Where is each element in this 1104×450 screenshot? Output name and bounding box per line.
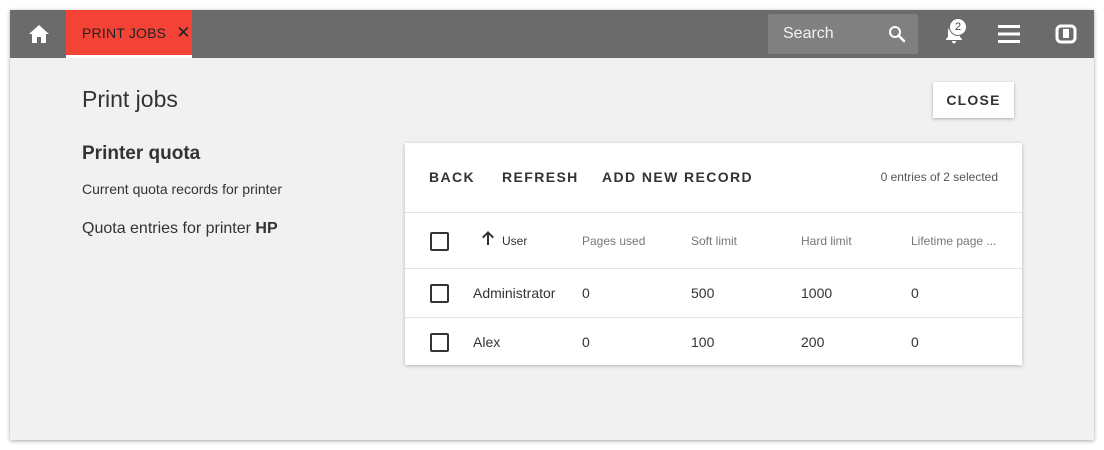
top-bar: PRINT JOBS ✕ 2 (10, 10, 1094, 58)
quota-prefix: Quota entries for printer (82, 220, 256, 237)
app-icon[interactable] (1055, 23, 1077, 45)
cell-pages-used: 0 (582, 334, 590, 350)
search-icon[interactable] (888, 25, 906, 43)
cell-lifetime-pages: 0 (911, 334, 919, 350)
section-description: Current quota records for printer (82, 181, 282, 197)
cell-lifetime-pages: 0 (911, 285, 919, 301)
home-icon (29, 25, 49, 43)
quota-table-card: BACK REFRESH ADD NEW RECORD 0 entries of… (405, 143, 1022, 365)
tab-label: PRINT JOBS (82, 24, 167, 41)
cell-soft-limit: 100 (691, 334, 715, 350)
table-header: User Pages used Soft limit Hard limit Li… (405, 213, 1022, 269)
arrow-up-icon[interactable] (479, 229, 497, 247)
search-box[interactable] (768, 14, 918, 54)
notification-badge: 2 (949, 18, 967, 36)
table-toolbar: BACK REFRESH ADD NEW RECORD 0 entries of… (405, 143, 1022, 213)
cell-user: Administrator (473, 285, 556, 301)
printer-name: HP (255, 220, 278, 237)
column-header-lifetime-pages[interactable]: Lifetime page ... (911, 234, 996, 248)
cell-pages-used: 0 (582, 285, 590, 301)
cell-hard-limit: 200 (801, 334, 825, 350)
row-checkbox[interactable] (430, 284, 449, 303)
section-title: Printer quota (82, 143, 201, 164)
cell-soft-limit: 500 (691, 285, 715, 301)
page-title: Print jobs (82, 86, 178, 112)
column-header-hard-limit[interactable]: Hard limit (801, 234, 852, 248)
menu-icon[interactable] (998, 24, 1020, 44)
column-header-user[interactable]: User (502, 234, 527, 248)
tab-print-jobs[interactable]: PRINT JOBS ✕ (66, 10, 192, 58)
cell-user: Alex (473, 334, 501, 350)
add-new-record-button[interactable]: ADD NEW RECORD (602, 169, 753, 185)
column-header-pages-used[interactable]: Pages used (582, 234, 645, 248)
selection-count: 0 entries of 2 selected (880, 170, 998, 184)
close-button[interactable]: CLOSE (933, 82, 1014, 118)
column-header-soft-limit[interactable]: Soft limit (691, 234, 737, 248)
refresh-button[interactable]: REFRESH (502, 169, 579, 185)
app-window: PRINT JOBS ✕ 2 Print jobs CLOSE Printer … (10, 10, 1094, 440)
search-input[interactable] (781, 24, 885, 44)
home-button[interactable] (20, 20, 58, 48)
row-checkbox[interactable] (430, 333, 449, 352)
table-row[interactable]: Alex 0 100 200 0 (405, 318, 1022, 365)
select-all-checkbox[interactable] (430, 232, 449, 251)
quota-line: Quota entries for printer HP (82, 220, 278, 238)
back-button[interactable]: BACK (429, 169, 475, 185)
table-row[interactable]: Administrator 0 500 1000 0 (405, 269, 1022, 318)
close-icon[interactable]: ✕ (176, 24, 190, 41)
cell-hard-limit: 1000 (801, 285, 833, 301)
